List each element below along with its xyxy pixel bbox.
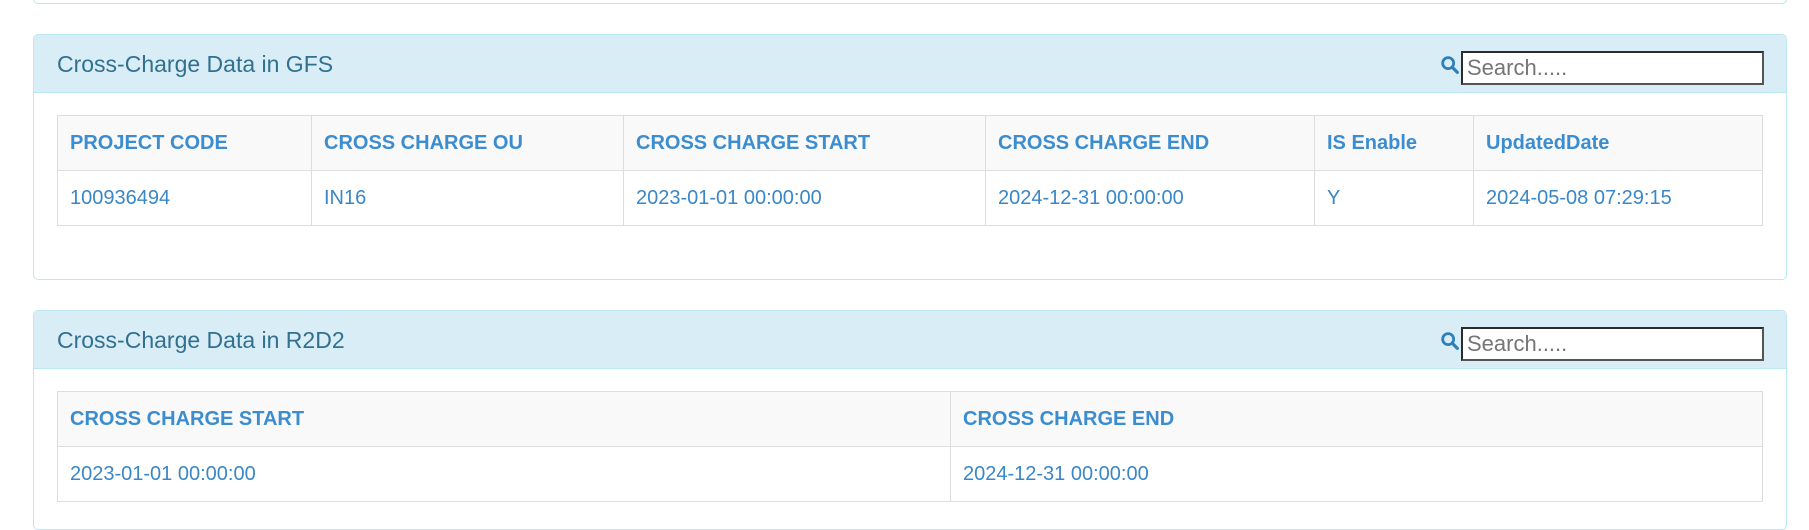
search-icon[interactable] (1439, 54, 1461, 76)
table-header-row: PROJECT CODE CROSS CHARGE OU CROSS CHARG… (57, 115, 1763, 171)
gfs-search-box (1439, 51, 1764, 85)
cell-cross-charge-end: 2024-12-31 00:00:00 (985, 170, 1315, 226)
gfs-panel-heading: Cross-Charge Data in GFS (34, 35, 1786, 93)
cell-project-code: 100936494 (57, 170, 312, 226)
r2d2-search-input[interactable] (1461, 327, 1764, 361)
column-header-cross-charge-end[interactable]: CROSS CHARGE END (950, 391, 1763, 447)
r2d2-panel-heading: Cross-Charge Data in R2D2 (34, 311, 1786, 369)
column-header-cross-charge-start[interactable]: CROSS CHARGE START (57, 391, 951, 447)
gfs-cross-charge-panel: Cross-Charge Data in GFS PROJECT CODE (33, 34, 1787, 280)
column-header-cross-charge-ou[interactable]: CROSS CHARGE OU (311, 115, 624, 171)
r2d2-panel-title: Cross-Charge Data in R2D2 (57, 327, 345, 353)
table-row: 100936494 IN16 2023-01-01 00:00:00 2024-… (57, 170, 1763, 226)
table-row: 2023-01-01 00:00:00 2024-12-31 00:00:00 (57, 446, 1763, 502)
cell-cross-charge-start: 2023-01-01 00:00:00 (57, 446, 951, 502)
search-icon[interactable] (1439, 330, 1461, 352)
previous-panel-bottom (33, 0, 1787, 4)
cell-updated-date: 2024-05-08 07:29:15 (1473, 170, 1763, 226)
column-header-cross-charge-end[interactable]: CROSS CHARGE END (985, 115, 1315, 171)
column-header-cross-charge-start[interactable]: CROSS CHARGE START (623, 115, 986, 171)
gfs-panel-title: Cross-Charge Data in GFS (57, 51, 334, 77)
cell-cross-charge-start: 2023-01-01 00:00:00 (623, 170, 986, 226)
table-header-row: CROSS CHARGE START CROSS CHARGE END (57, 391, 1763, 447)
r2d2-cross-charge-table: CROSS CHARGE START CROSS CHARGE END 2023… (57, 391, 1763, 502)
gfs-table-container: PROJECT CODE CROSS CHARGE OU CROSS CHARG… (57, 115, 1763, 226)
cell-cross-charge-ou: IN16 (311, 170, 624, 226)
cell-is-enable: Y (1314, 170, 1474, 226)
gfs-search-input[interactable] (1461, 51, 1764, 85)
r2d2-search-box (1439, 327, 1764, 361)
gfs-cross-charge-table: PROJECT CODE CROSS CHARGE OU CROSS CHARG… (57, 115, 1763, 226)
column-header-updated-date[interactable]: UpdatedDate (1473, 115, 1763, 171)
cell-cross-charge-end: 2024-12-31 00:00:00 (950, 446, 1763, 502)
r2d2-table-container: CROSS CHARGE START CROSS CHARGE END 2023… (57, 391, 1763, 502)
r2d2-cross-charge-panel: Cross-Charge Data in R2D2 CROSS CHARGE S… (33, 310, 1787, 530)
column-header-is-enable[interactable]: IS Enable (1314, 115, 1474, 171)
column-header-project-code[interactable]: PROJECT CODE (57, 115, 312, 171)
